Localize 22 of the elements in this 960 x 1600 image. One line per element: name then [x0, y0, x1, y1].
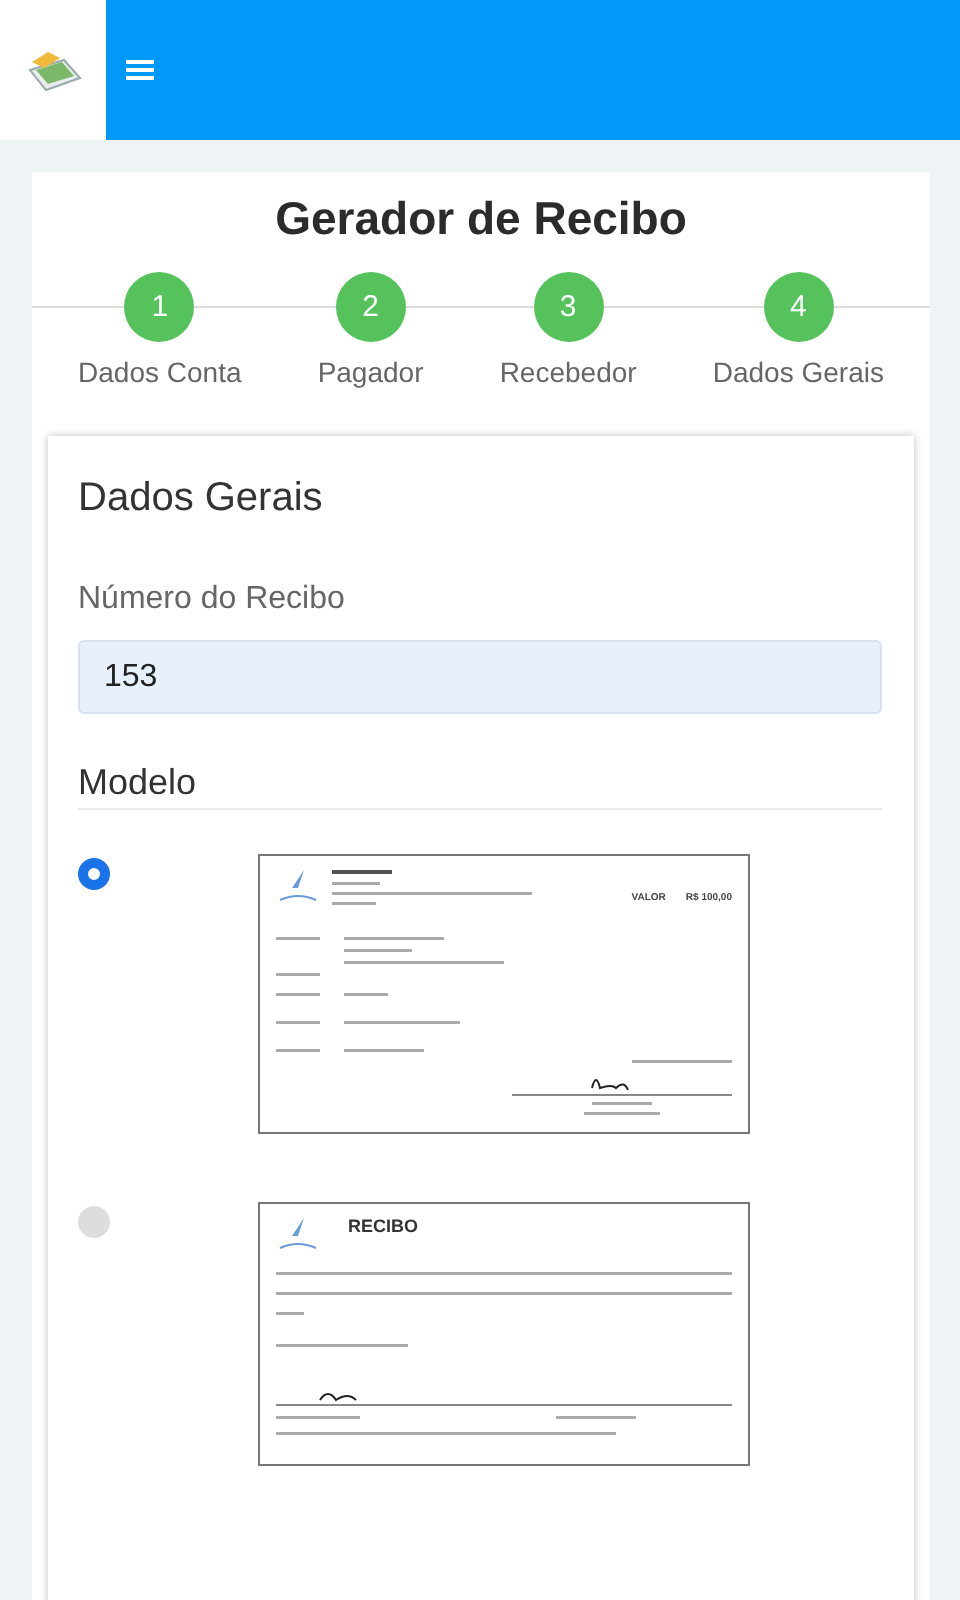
step-number[interactable]: 1 [124, 272, 195, 342]
menu-icon[interactable] [126, 60, 154, 80]
step-label: Recebedor [499, 356, 637, 388]
receipt-title: RECIBO [348, 1216, 419, 1236]
money-icon [23, 46, 83, 94]
input-field[interactable]: 153 [78, 640, 882, 714]
step-label: Pagador [317, 356, 424, 388]
plane-logo-icon [276, 868, 320, 904]
step-label: Dados Conta [78, 356, 242, 388]
step-label: Dados Gerais [712, 356, 884, 388]
page-title: Gerador de Recibo [273, 192, 689, 246]
step-number[interactable]: 3 [533, 272, 604, 342]
step-number[interactable]: 4 [763, 272, 834, 342]
field-label: Número do Recibo [78, 582, 347, 618]
radio-button[interactable] [78, 1206, 110, 1238]
step-number[interactable]: 2 [335, 272, 406, 342]
radio-button[interactable] [78, 858, 110, 890]
receipt-preview[interactable]: RECIBO [258, 1202, 750, 1466]
plane-logo-icon [276, 1216, 320, 1252]
model-heading: Modelo [78, 762, 882, 810]
logo-box[interactable] [0, 0, 106, 140]
section-title: Dados Gerais [78, 476, 325, 522]
